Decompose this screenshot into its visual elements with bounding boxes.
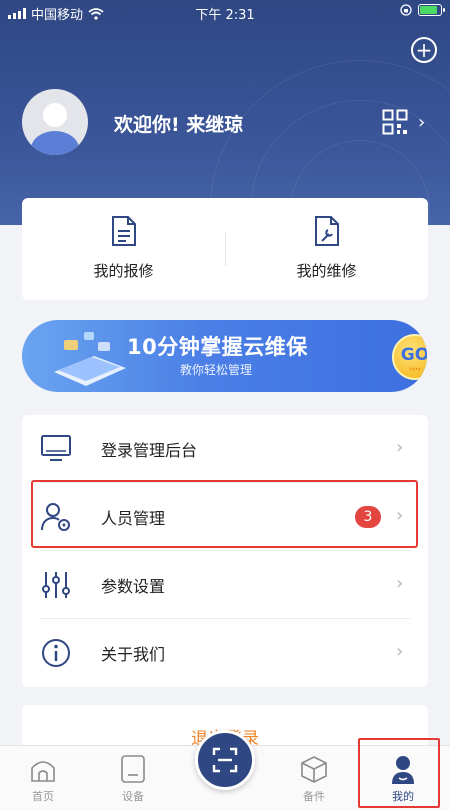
menu-item-about[interactable]: 关于我们 › — [22, 619, 428, 687]
promo-banner[interactable]: 10分钟掌握云维保 教你轻松管理 GO ›››› — [22, 320, 427, 392]
tab-parts[interactable]: 备件 — [271, 746, 357, 811]
device-icon — [121, 755, 145, 783]
my-repair-button[interactable]: 我的维修 — [225, 198, 428, 300]
menu-card: 登录管理后台 › 人员管理 3 › 参数设置 › 关于我们 › — [22, 415, 428, 687]
chevron-right-icon[interactable]: › — [418, 112, 425, 133]
avatar[interactable] — [22, 89, 88, 155]
chevron-right-icon: › — [396, 641, 404, 662]
box-icon — [301, 756, 327, 783]
my-report-label: 我的报修 — [93, 262, 154, 280]
tab-device[interactable]: 设备 — [90, 746, 176, 811]
my-report-button[interactable]: 我的报修 — [22, 198, 225, 300]
banner-subtitle: 教你轻松管理 — [180, 363, 253, 377]
tab-label: 备件 — [303, 790, 325, 803]
tab-label: 设备 — [122, 790, 144, 803]
status-bar: 中国移动 下午 2:31 — [0, 0, 450, 24]
menu-item-parameters[interactable]: 参数设置 › — [22, 551, 428, 619]
highlight-box — [358, 738, 440, 808]
tab-label: 首页 — [32, 790, 54, 803]
menu-item-label: 登录管理后台 — [101, 441, 198, 460]
scan-button[interactable] — [195, 730, 255, 790]
illustration-icon — [54, 332, 126, 386]
home-icon — [31, 761, 55, 782]
welcome-text: 欢迎你! 来继琼 — [114, 114, 244, 136]
menu-item-label: 关于我们 — [101, 645, 166, 664]
document-list-icon — [112, 216, 136, 246]
sliders-icon — [42, 572, 70, 598]
monitor-icon — [41, 435, 71, 461]
go-button[interactable]: GO ›››› — [392, 334, 427, 380]
tab-home[interactable]: 首页 — [0, 746, 86, 811]
orientation-lock-icon — [400, 4, 412, 16]
highlight-box — [31, 480, 418, 548]
battery-icon — [418, 4, 445, 16]
info-icon — [42, 639, 70, 667]
menu-item-admin-login[interactable]: 登录管理后台 › — [22, 415, 428, 483]
banner-title: 10分钟掌握云维保 — [127, 335, 308, 359]
status-time: 下午 2:31 — [195, 8, 255, 23]
my-repair-label: 我的维修 — [296, 262, 357, 280]
chevron-right-icon: › — [396, 437, 404, 458]
chevron-right-icon: › — [396, 573, 404, 594]
menu-item-label: 参数设置 — [101, 577, 166, 596]
scan-icon — [212, 747, 238, 773]
add-button[interactable]: + — [411, 37, 437, 63]
qr-code-icon[interactable] — [382, 109, 408, 135]
quick-actions-card: 我的报修 我的维修 — [22, 198, 428, 300]
document-wrench-icon — [315, 216, 339, 246]
